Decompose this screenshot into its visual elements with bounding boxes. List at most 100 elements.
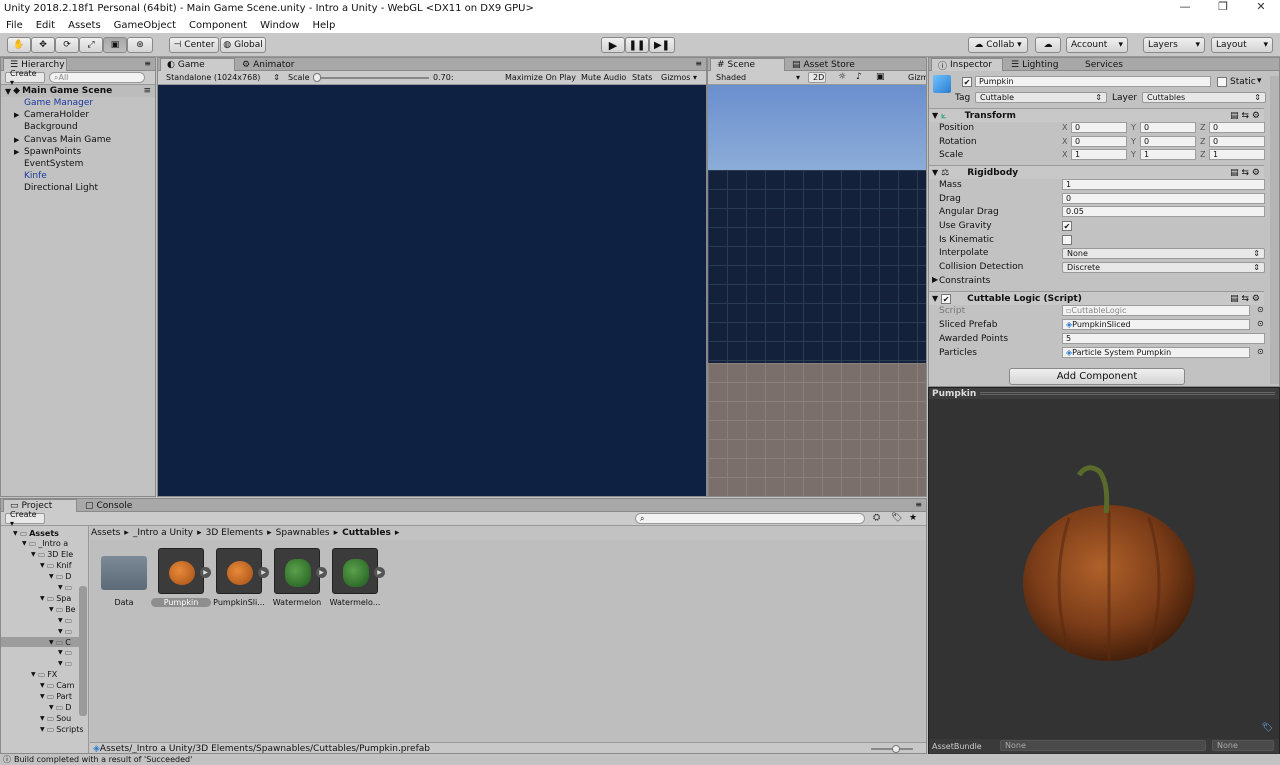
- panel-menu-icon[interactable]: ≡: [695, 59, 702, 68]
- hierarchy-item[interactable]: ▶ Canvas Main Game: [14, 135, 111, 145]
- status-text[interactable]: Build completed with a result of 'Succee…: [14, 755, 192, 764]
- expand-arrow-icon[interactable]: ▼: [58, 660, 63, 667]
- tab-scene[interactable]: # Scene: [710, 58, 785, 71]
- mute-audio-button[interactable]: Mute Audio: [581, 73, 626, 82]
- watermelon-prefab-icon[interactable]: ▶: [274, 548, 327, 594]
- expand-arrow-icon[interactable]: ▼: [40, 715, 45, 722]
- project-tree-item[interactable]: ▼ ▭: [1, 626, 79, 636]
- expand-arrow-icon[interactable]: ▶: [932, 275, 938, 284]
- favorite-icon[interactable]: ★: [909, 513, 917, 523]
- expand-arrow-icon[interactable]: ▼: [31, 671, 36, 678]
- component-settings-icon[interactable]: ▤ ⇆ ⚙: [1230, 168, 1260, 178]
- resolution-dropdown[interactable]: Standalone (1024x768) ⇕: [162, 72, 284, 83]
- expand-arrow-icon[interactable]: ▼: [58, 649, 63, 656]
- tag-icon[interactable]: 🏷: [1262, 723, 1273, 733]
- asset-label[interactable]: PumpkinSli...: [209, 598, 269, 607]
- breadcrumb-item-cuttables[interactable]: Cuttables: [342, 528, 391, 538]
- interpolate-dropdown[interactable]: None ⇕: [1062, 248, 1265, 259]
- expand-prefab-icon[interactable]: ▶: [374, 567, 385, 578]
- expand-arrow-icon[interactable]: ▼: [40, 682, 45, 689]
- expand-prefab-icon[interactable]: ▶: [200, 567, 211, 578]
- component-settings-icon[interactable]: ▤ ⇆ ⚙: [1230, 111, 1260, 121]
- asset-label[interactable]: Watermelo...: [325, 598, 385, 607]
- object-picker-icon[interactable]: ⊙: [1257, 319, 1264, 328]
- pivot-center-button[interactable]: ⊣ Center: [169, 37, 219, 53]
- hierarchy-item[interactable]: EventSystem: [24, 159, 83, 169]
- lighting-toggle-icon[interactable]: ☼: [838, 72, 846, 82]
- assetbundle-dropdown[interactable]: None: [1000, 740, 1206, 751]
- account-dropdown[interactable]: Account ▾: [1066, 37, 1128, 53]
- project-tree-item[interactable]: ▼ ▭: [1, 583, 79, 593]
- project-tree-item[interactable]: ▼ ▭ Spa: [1, 593, 79, 603]
- scene-sky[interactable]: [708, 85, 926, 170]
- scale-tool-icon[interactable]: ⤢: [79, 37, 103, 53]
- transform-x-field[interactable]: 0: [1071, 122, 1127, 133]
- hierarchy-item[interactable]: ▶ CameraHolder: [14, 110, 89, 120]
- transform-z-field[interactable]: 0: [1209, 135, 1265, 147]
- transform-tool-icon[interactable]: ⊛: [127, 37, 153, 53]
- rect-tool-icon[interactable]: ▣: [103, 37, 127, 53]
- expand-arrow-icon[interactable]: ▼: [22, 540, 27, 547]
- expand-arrow-icon[interactable]: ▼: [31, 551, 36, 558]
- tab-inspector[interactable]: ⓘ Inspector: [931, 58, 1003, 72]
- project-tree-item[interactable]: ▼ ▭ D: [1, 572, 79, 582]
- project-tree-item[interactable]: ▼ ▭ Knif: [1, 561, 79, 571]
- scene-ground-grid[interactable]: [708, 363, 926, 496]
- hierarchy-item[interactable]: ▶ SpawnPoints: [14, 147, 81, 157]
- expand-arrow-icon[interactable]: ▼: [40, 693, 45, 700]
- game-viewport[interactable]: [158, 85, 706, 496]
- scene-header[interactable]: ▼ ◆ Main Game Scene ≡: [1, 85, 155, 97]
- pumpkin-prefab-icon[interactable]: ▶: [216, 548, 269, 594]
- project-tree-item[interactable]: ▼ ▭ C: [1, 637, 79, 647]
- pumpkin-preview-model[interactable]: [1009, 453, 1209, 668]
- folder-icon[interactable]: [101, 556, 147, 590]
- breadcrumb-item-intro[interactable]: _Intro a Unity: [133, 528, 193, 538]
- pause-button[interactable]: ❚❚: [625, 37, 649, 53]
- project-tree-item[interactable]: ▼ ▭: [1, 659, 79, 669]
- tag-dropdown[interactable]: Cuttable ⇕: [975, 92, 1107, 103]
- audio-toggle-icon[interactable]: ♪: [856, 72, 862, 82]
- panel-menu-icon[interactable]: ≡: [915, 500, 922, 509]
- minimize-button[interactable]: —: [1166, 0, 1204, 13]
- cuttable-logic-header[interactable]: ▼ ✔ Cuttable Logic (Script) ▤ ⇆ ⚙: [929, 291, 1264, 305]
- maximize-on-play-button[interactable]: Maximize On Play: [505, 73, 576, 82]
- pivot-global-button[interactable]: ◍ Global: [220, 37, 266, 53]
- menu-file[interactable]: File: [6, 20, 23, 31]
- tab-console[interactable]: ▢ Console: [79, 499, 149, 512]
- zoom-slider-thumb[interactable]: [892, 745, 900, 753]
- scene-gizmos-dropdown[interactable]: Gizm: [908, 73, 926, 82]
- tab-asset-store[interactable]: ▤ Asset Store: [786, 58, 876, 71]
- menu-assets[interactable]: Assets: [68, 20, 101, 31]
- project-tree-item[interactable]: ▼ ▭ 3D Ele: [1, 550, 79, 560]
- hierarchy-create-button[interactable]: Create ▾: [5, 69, 45, 87]
- filter-type-icon[interactable]: ⛭: [873, 513, 880, 523]
- shading-dropdown[interactable]: Shaded ▾: [712, 72, 804, 83]
- chevron-down-icon[interactable]: ▾: [1257, 76, 1262, 86]
- expand-prefab-icon[interactable]: ▶: [316, 567, 327, 578]
- collision-detection-dropdown[interactable]: Discrete ⇕: [1062, 262, 1265, 273]
- project-tree-item[interactable]: ▼ ▭ Assets: [1, 528, 79, 538]
- breadcrumb-item-spawnables[interactable]: Spawnables: [276, 528, 330, 538]
- watermelon-prefab-icon[interactable]: ▶: [332, 548, 385, 594]
- object-name-field[interactable]: Pumpkin: [975, 76, 1211, 87]
- close-button[interactable]: ✕: [1242, 0, 1280, 13]
- menu-gameobject[interactable]: GameObject: [114, 20, 176, 31]
- assetbundle-variant-dropdown[interactable]: None: [1212, 740, 1274, 751]
- project-tree-item[interactable]: ▼ ▭ Scripts: [1, 724, 84, 734]
- asset-label[interactable]: Watermelon: [267, 598, 327, 607]
- drag-field[interactable]: 0: [1062, 193, 1265, 204]
- expand-arrow-icon[interactable]: ▼: [40, 726, 45, 733]
- breadcrumb-item-assets[interactable]: Assets: [91, 528, 120, 538]
- project-tree-item[interactable]: ▼ ▭ D: [1, 702, 79, 712]
- transform-z-field[interactable]: 1: [1209, 149, 1265, 160]
- scale-slider-thumb[interactable]: [313, 73, 321, 82]
- constraints-label[interactable]: Constraints: [939, 276, 990, 286]
- hierarchy-item[interactable]: Background: [24, 122, 78, 132]
- tab-lighting[interactable]: ☰ Lighting: [1005, 58, 1075, 71]
- drag-handle[interactable]: [980, 392, 1275, 395]
- transform-x-field[interactable]: 1: [1071, 149, 1127, 160]
- angular-drag-field[interactable]: 0.05: [1062, 206, 1265, 217]
- awarded-points-field[interactable]: 5: [1062, 333, 1265, 344]
- transform-y-field[interactable]: 0: [1140, 135, 1196, 147]
- is-kinematic-checkbox[interactable]: [1062, 235, 1072, 245]
